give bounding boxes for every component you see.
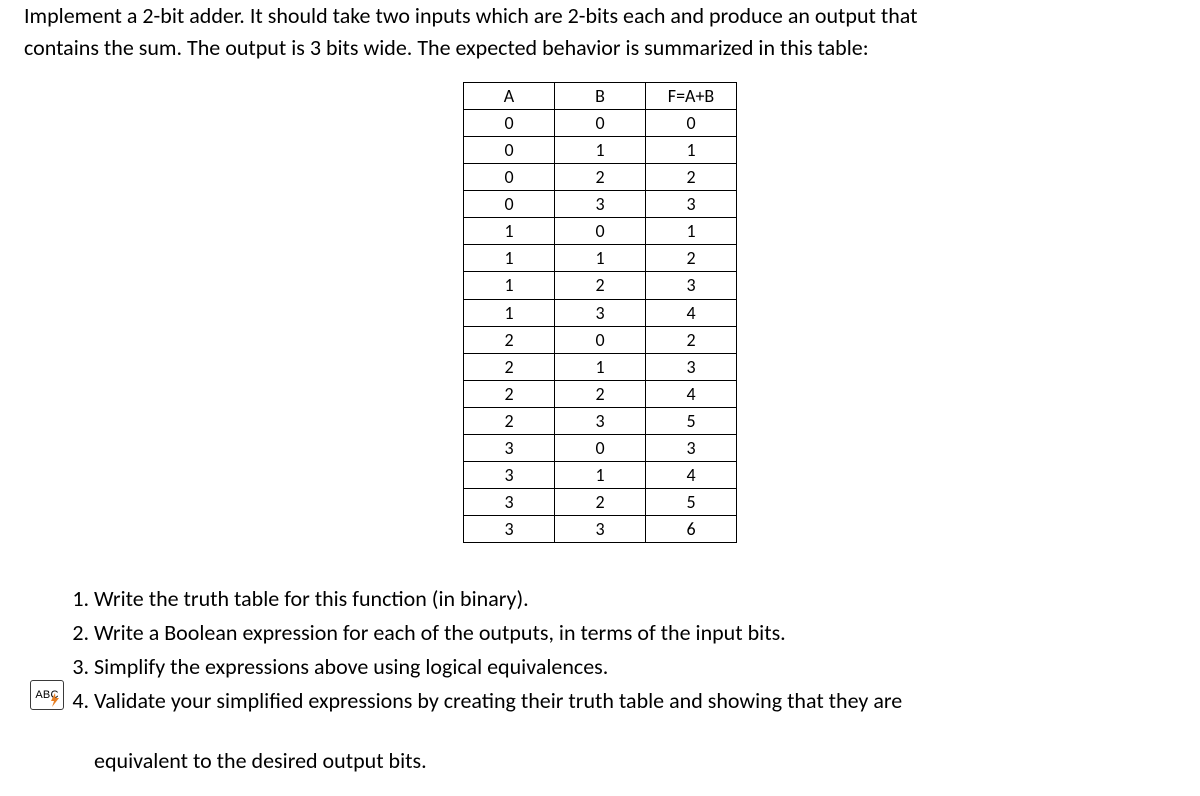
table-row: 112 — [464, 245, 737, 272]
table-row: 022 — [464, 164, 737, 191]
question-item-4: Validate your simplified expressions by … — [94, 685, 1176, 717]
document-page: Implement a 2-bit adder. It should take … — [0, 0, 1200, 777]
table-row: 224 — [464, 380, 737, 407]
intro-paragraph: Implement a 2-bit adder. It should take … — [24, 0, 1176, 64]
table-row: 325 — [464, 489, 737, 516]
question-item-1: Write the truth table for this function … — [94, 583, 1176, 615]
table-row: 033 — [464, 191, 737, 218]
table-row: 202 — [464, 326, 737, 353]
table-row: 213 — [464, 353, 737, 380]
question-4-continuation: equivalent to the desired output bits. — [94, 745, 1176, 777]
table-body: 000 011 022 033 101 112 123 134 202 213 … — [464, 109, 737, 543]
table-row: 314 — [464, 462, 737, 489]
table-header-row: A B F=A+B — [464, 82, 737, 109]
table-row: 000 — [464, 109, 737, 136]
spellcheck-badge[interactable]: ABC — [30, 680, 64, 710]
table-row: 336 — [464, 516, 737, 543]
table-row: 235 — [464, 407, 737, 434]
table-row: 134 — [464, 299, 737, 326]
question-item-2: Write a Boolean expression for each of t… — [94, 617, 1176, 649]
table-row: 123 — [464, 272, 737, 299]
intro-line-1: Implement a 2-bit adder. It should take … — [24, 2, 918, 29]
intro-line-2: contains the sum. The output is 3 bits w… — [24, 34, 869, 61]
behavior-table: A B F=A+B 000 011 022 033 101 112 123 13… — [463, 82, 737, 544]
question-list: Write the truth table for this function … — [94, 583, 1176, 717]
table-header-b: B — [555, 82, 646, 109]
question-item-3: Simplify the expressions above using log… — [94, 651, 1176, 683]
table-header-f: F=A+B — [646, 82, 737, 109]
table-row: 011 — [464, 136, 737, 163]
table-row: 303 — [464, 435, 737, 462]
lightning-icon — [49, 693, 61, 707]
table-row: 101 — [464, 218, 737, 245]
table-header-a: A — [464, 82, 555, 109]
